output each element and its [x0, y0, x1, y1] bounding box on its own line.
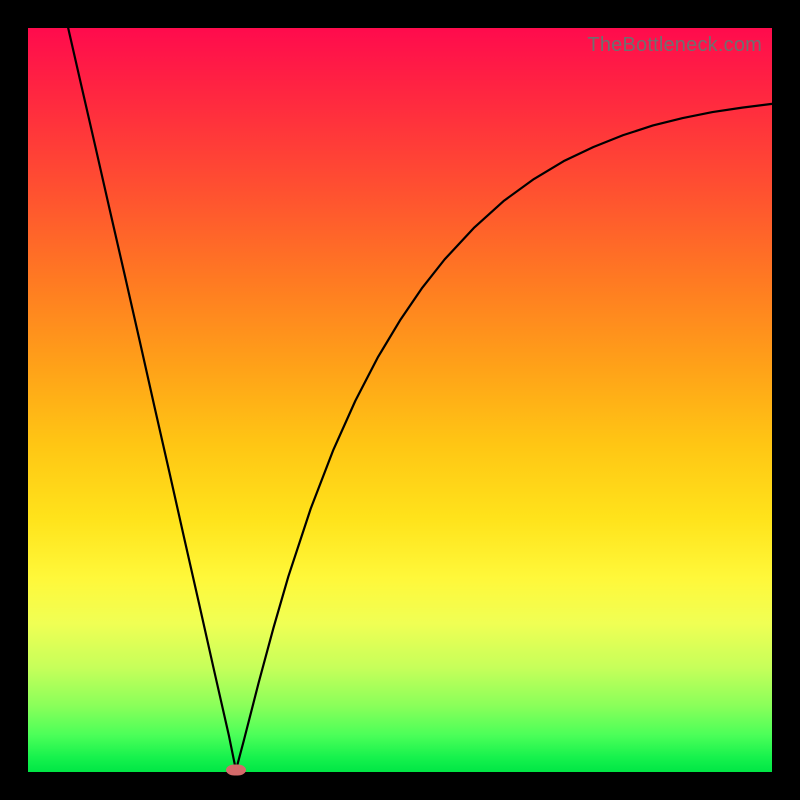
minimum-marker [226, 765, 246, 776]
bottleneck-curve [68, 28, 772, 770]
chart-frame: TheBottleneck.com [0, 0, 800, 800]
curve-layer [28, 28, 772, 772]
plot-area: TheBottleneck.com [28, 28, 772, 772]
